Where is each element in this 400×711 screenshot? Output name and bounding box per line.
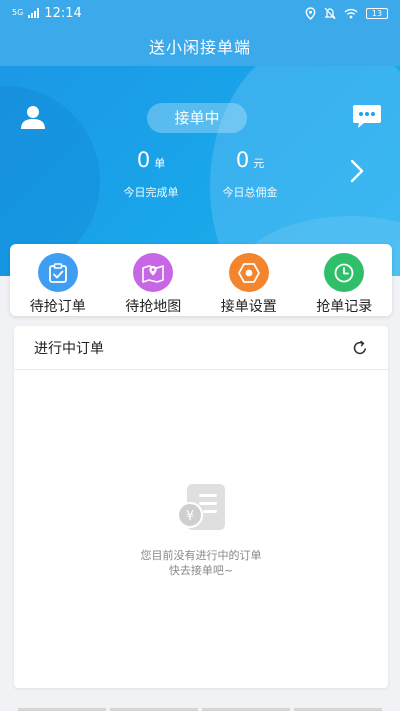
quick-menu: 待抢订单 待抢地图 接单设置 抢单记录 <box>10 244 392 316</box>
status-left: 5G 12:14 <box>12 6 82 21</box>
menu-label: 抢单记录 <box>316 299 373 315</box>
title-bar: 送小闲接单端 <box>0 26 400 66</box>
empty-order-icon: ¥ <box>177 484 225 530</box>
map-pin-icon <box>133 253 174 292</box>
menu-item-grab-records[interactable]: 抢单记录 <box>297 244 393 316</box>
orders-today-label: 今日完成单 <box>123 186 179 199</box>
work-status-pill[interactable]: 接单中 <box>147 103 247 133</box>
wifi-icon <box>344 8 358 18</box>
settings-hexagon-icon <box>228 253 269 292</box>
commission-today-value: 0 <box>235 148 250 172</box>
location-icon <box>305 6 316 20</box>
signal-icon <box>28 8 40 18</box>
status-right: 13 <box>305 6 388 20</box>
clock-icon <box>324 253 365 292</box>
profile-icon[interactable] <box>20 104 46 130</box>
orders-panel-title: 进行中订单 <box>34 340 104 357</box>
svg-text:¥: ¥ <box>186 509 194 524</box>
menu-label: 待抢订单 <box>29 299 86 315</box>
page-title: 送小闲接单端 <box>148 38 251 57</box>
orders-panel-header: 进行中订单 <box>14 326 388 370</box>
stat-commission-today: 0元 今日总佣金 <box>207 148 293 200</box>
menu-label: 接单设置 <box>220 299 277 315</box>
commission-today-unit: 元 <box>253 157 265 170</box>
bottom-edge <box>0 703 400 711</box>
message-icon[interactable] <box>352 104 382 130</box>
network-label: 5G <box>12 8 24 17</box>
orders-in-progress-panel: 进行中订单 ¥ 您目前没有进行中的订单 快去接单吧~ <box>14 326 388 688</box>
refresh-icon[interactable] <box>352 340 368 356</box>
empty-state: ¥ 您目前没有进行中的订单 快去接单吧~ <box>14 482 388 578</box>
status-bar: 5G 12:14 13 <box>0 0 400 26</box>
empty-message-line1: 您目前没有进行中的订单 <box>140 549 262 562</box>
commission-today-label: 今日总佣金 <box>222 186 278 199</box>
orders-today-unit: 单 <box>154 157 166 170</box>
empty-message-line2: 快去接单吧~ <box>168 564 234 577</box>
menu-item-pending-orders[interactable]: 待抢订单 <box>10 244 106 316</box>
battery-icon: 13 <box>366 7 388 19</box>
chevron-right-icon[interactable] <box>349 159 365 183</box>
menu-item-order-settings[interactable]: 接单设置 <box>201 244 297 316</box>
mute-icon <box>324 7 336 19</box>
clipboard-check-icon <box>37 253 78 292</box>
empty-state-text: 您目前没有进行中的订单 快去接单吧~ <box>14 548 388 578</box>
menu-item-order-map[interactable]: 待抢地图 <box>106 244 202 316</box>
status-time: 12:14 <box>44 5 82 21</box>
menu-label: 待抢地图 <box>125 299 182 315</box>
stat-orders-today: 0单 今日完成单 <box>108 148 194 200</box>
orders-today-value: 0 <box>136 148 151 172</box>
